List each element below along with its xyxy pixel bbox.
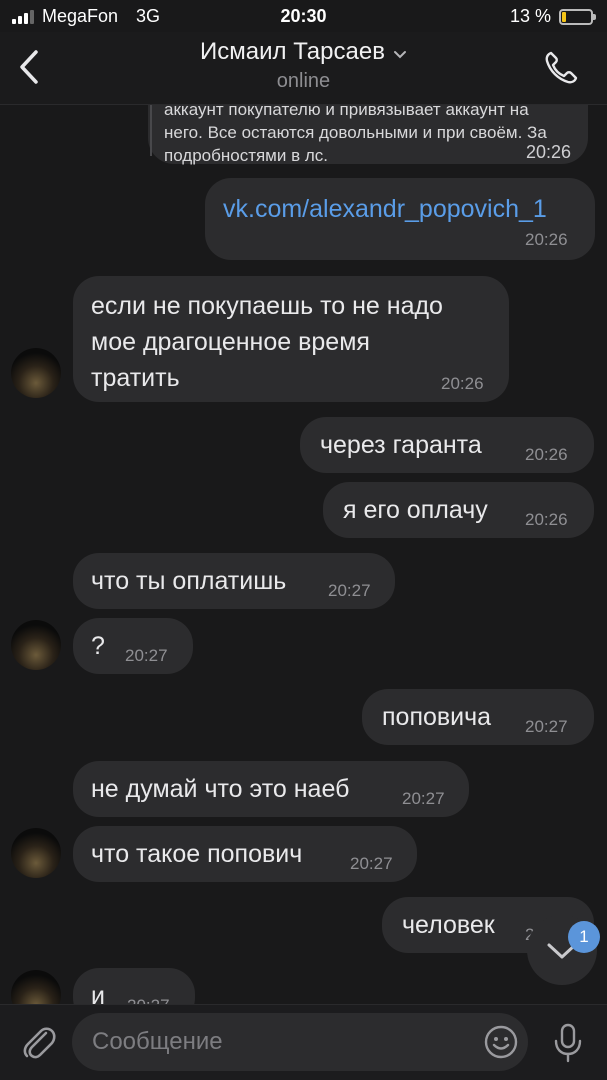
battery-percent: 13 %	[509, 6, 551, 26]
message-time: 20:26	[526, 142, 572, 162]
microphone-icon	[554, 1023, 582, 1063]
message-text: что такое попович	[91, 840, 303, 868]
message-time: 20:26	[441, 374, 484, 393]
message-bubble-outgoing[interactable]: vk.com/alexandr_popovich_1 20:26	[205, 178, 595, 260]
emoji-button[interactable]	[484, 1025, 518, 1059]
message-bubble-incoming[interactable]: ? 20:27	[73, 618, 193, 674]
message-time: 20:26	[525, 445, 568, 464]
message-time: 20:27	[328, 581, 371, 600]
message-link[interactable]: vk.com/alexandr_popovich_1	[223, 195, 547, 224]
message-bubble-incoming[interactable]: что такое попович 20:27	[73, 826, 417, 882]
message-bubble-incoming[interactable]: не думай что это наеб 20:27	[73, 761, 469, 817]
chat-title: Исмаил Тарсаев	[200, 38, 385, 65]
message-text: человек	[402, 911, 495, 939]
battery-icon	[559, 8, 596, 25]
message-input-placeholder: Сообщение	[92, 1028, 223, 1055]
message-time: 20:27	[402, 789, 445, 808]
message-bubble-outgoing[interactable]: поповича 20:27	[362, 689, 594, 745]
status-right: 13 %	[509, 6, 596, 27]
chat-status: online	[276, 70, 331, 92]
message-time: 20:26	[525, 510, 568, 529]
message-bubble-outgoing[interactable]: я его оплачу 20:26	[323, 482, 594, 538]
chevron-down-icon	[393, 50, 406, 59]
message-text: что ты оплатишь	[91, 567, 287, 595]
avatar[interactable]	[11, 620, 61, 670]
message-text: если не покупаешь то не надо мое драгоце…	[91, 292, 443, 392]
message-text: не думай что это наеб	[91, 775, 350, 803]
message-text: через гаранта	[320, 431, 482, 459]
quoted-text: аккаунт покупателю и привязывает аккаунт…	[164, 100, 547, 165]
emoji-icon	[484, 1025, 518, 1059]
battery-fill	[562, 11, 566, 22]
chat-header: Исмаил Тарсаев online	[0, 32, 607, 105]
quote-bar	[150, 104, 152, 156]
call-button[interactable]	[541, 48, 581, 88]
status-bar: MegaFon 3G 20:30 13 %	[0, 0, 607, 32]
message-time: 20:27	[525, 717, 568, 736]
chat-title-area[interactable]: Исмаил Тарсаев online	[0, 38, 607, 93]
phone-icon	[545, 51, 578, 84]
message-bubble-outgoing[interactable]: через гаранта 20:26	[300, 417, 594, 473]
avatar[interactable]	[11, 348, 61, 398]
message-time: 20:27	[350, 854, 393, 873]
message-time: 20:27	[125, 646, 168, 665]
unread-badge: 1	[568, 921, 600, 953]
chat-screen: MegaFon 3G 20:30 13 % Исмаил Тарсаев onl…	[0, 0, 607, 1080]
composer: Сообщение	[0, 1004, 607, 1080]
message-time: 20:26	[525, 230, 568, 249]
message-text: я его оплачу	[343, 496, 488, 524]
mic-button[interactable]	[553, 1023, 583, 1063]
message-text: поповича	[382, 703, 492, 731]
message-bubble-incoming[interactable]: если не покупаешь то не надо мое драгоце…	[73, 276, 509, 402]
message-text: ?	[91, 632, 105, 660]
attach-button[interactable]	[20, 1021, 56, 1061]
avatar[interactable]	[11, 828, 61, 878]
paperclip-icon	[23, 1027, 56, 1059]
message-bubble-incoming[interactable]: что ты оплатишь 20:27	[73, 553, 395, 609]
message-input[interactable]: Сообщение	[72, 1013, 528, 1071]
message-list[interactable]: аккаунт покупателю и привязывает аккаунт…	[0, 84, 607, 1024]
